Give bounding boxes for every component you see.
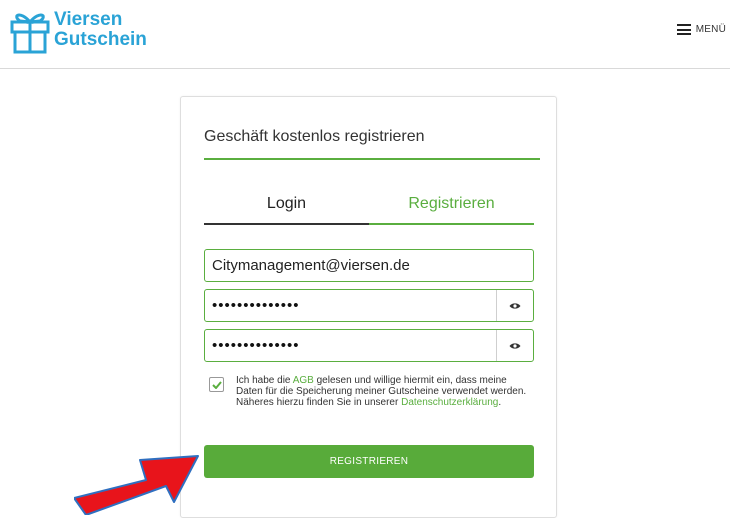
red-arrow-annotation [74,455,199,515]
privacy-link[interactable]: Datenschutzerklärung [401,397,498,408]
checkmark-icon [211,380,222,389]
hamburger-icon [676,24,691,35]
registration-card: Geschäft kostenlos registrieren Login Re… [180,96,557,518]
site-logo[interactable]: Viersen Gutschein [8,6,147,54]
password-confirm-value: •••••••••••••• [212,337,300,354]
logo-wordmark: Viersen Gutschein [54,10,147,50]
card-title: Geschäft kostenlos registrieren [204,125,540,160]
tab-login[interactable]: Login [204,189,369,225]
password-value: •••••••••••••• [212,297,300,314]
menu-button[interactable]: MENÜ [676,24,726,35]
consent-row: Ich habe die AGB gelesen und willige hie… [209,375,539,408]
tab-register[interactable]: Registrieren [369,189,534,225]
password-confirm-field[interactable]: •••••••••••••• [204,329,534,362]
logo-line-1: Viersen [54,9,123,30]
eye-icon [509,302,521,309]
consent-text: Ich habe die AGB gelesen und willige hie… [236,375,536,408]
show-password-button[interactable] [496,290,533,321]
site-header: Viersen Gutschein MENÜ [0,0,730,69]
password-field[interactable]: •••••••••••••• [204,289,534,322]
consent-text-before: Ich habe die [236,375,293,386]
consent-checkbox[interactable] [209,377,224,392]
eye-icon [509,342,521,349]
gift-icon [10,13,50,54]
show-password-confirm-button[interactable] [496,330,533,361]
logo-line-2: Gutschein [54,29,147,50]
menu-label: MENÜ [695,24,726,35]
agb-link[interactable]: AGB [293,375,314,386]
consent-text-after: . [498,397,502,408]
email-field[interactable]: Citymanagement@viersen.de [204,249,534,282]
register-button[interactable]: REGISTRIEREN [204,445,534,478]
email-value: Citymanagement@viersen.de [212,257,410,274]
auth-tabs: Login Registrieren [204,189,534,225]
